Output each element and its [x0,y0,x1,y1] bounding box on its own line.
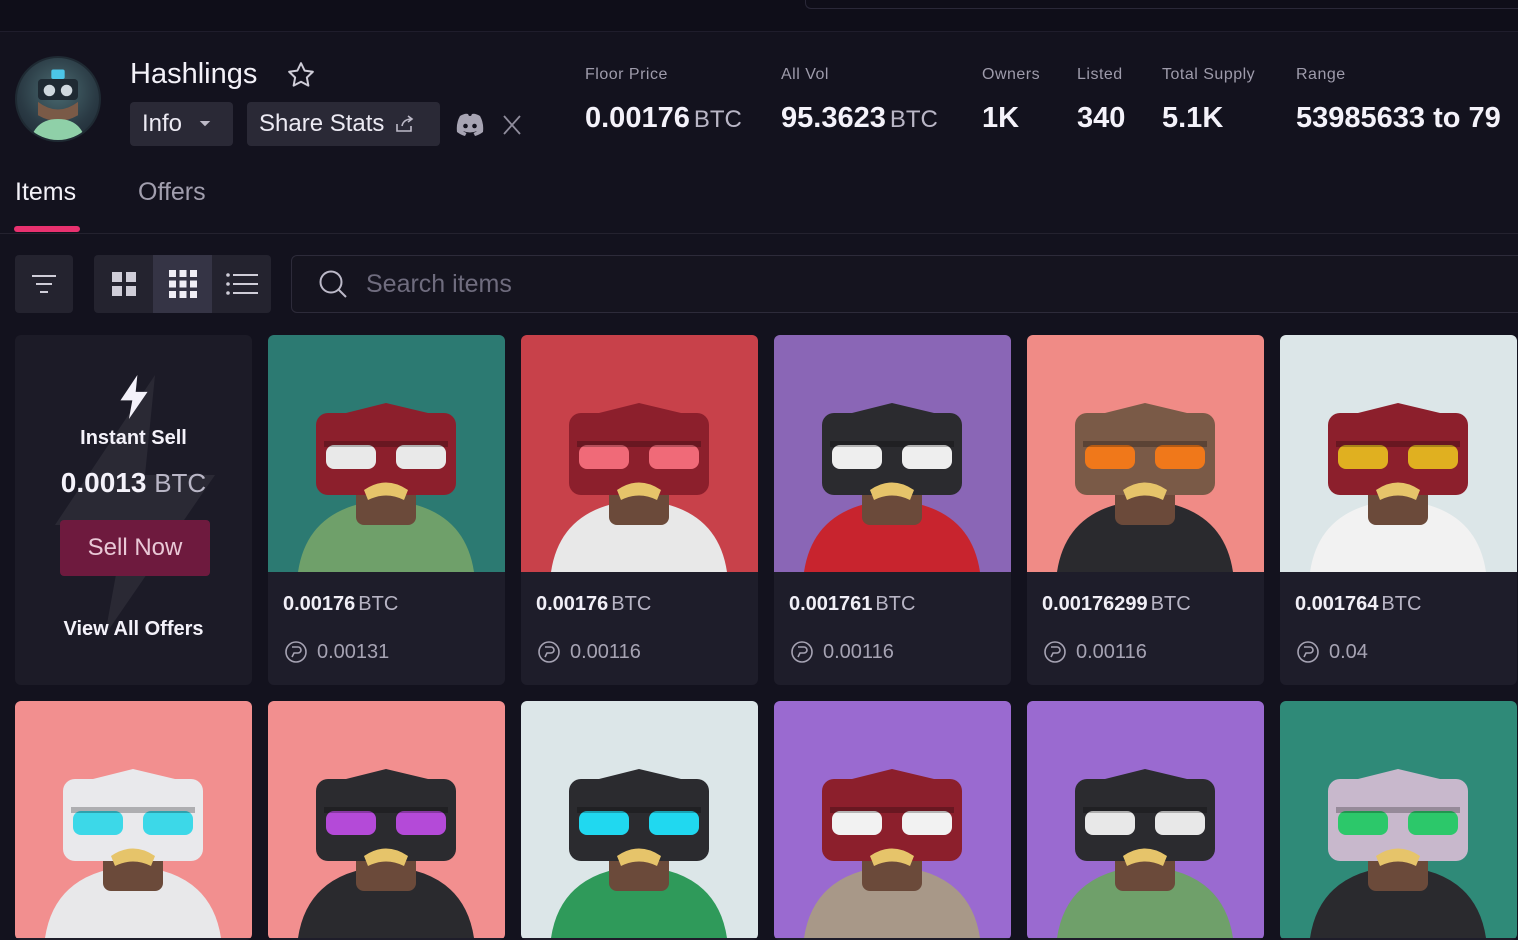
stat-total-supply: Total Supply 5.1K [1162,66,1255,135]
item-card[interactable] [268,701,505,940]
stat-label: Range [1296,66,1346,83]
stat-value: 340 [1077,102,1126,134]
offer-hand-icon [1044,641,1066,663]
tab-offers[interactable]: Offers [138,178,206,207]
item-image [1280,701,1517,938]
search-items-input[interactable] [366,269,966,299]
content-tabs: Items Offers [0,172,1518,234]
item-card[interactable]: 0.001764 BTC 0.04 [1280,335,1517,685]
share-stats-button[interactable]: Share Stats [247,102,440,146]
share-stats-label: Share Stats [259,110,385,137]
share-icon [396,115,414,132]
stat-value: 0.00176 BTC [585,102,742,134]
instant-sell-card: Instant Sell 0.0013 BTC Sell Now View Al… [15,335,252,685]
stat-floor-price: Floor Price 0.00176 BTC [585,66,742,135]
items-toolbar [0,255,1518,313]
top-bar [0,0,1518,32]
item-best-offer: 0.00116 [536,639,641,665]
collection-avatar [15,56,101,142]
item-image [1280,335,1517,572]
list-icon [225,273,258,295]
view-mode-group [94,255,271,313]
item-best-offer: 0.04 [1295,639,1368,665]
item-card[interactable]: 0.001761 BTC 0.00116 [774,335,1011,685]
item-price: 0.00176 BTC [536,593,652,615]
info-dropdown-button[interactable]: Info [130,102,233,146]
collection-name: Hashlings [130,58,258,90]
search-items-box[interactable] [291,255,1518,313]
x-twitter-icon[interactable] [502,114,522,136]
item-image [268,335,505,572]
stat-value: 95.3623 BTC [781,102,938,134]
item-card[interactable]: 0.00176 BTC 0.00131 [268,335,505,685]
item-best-offer: 0.00116 [789,639,894,665]
item-card[interactable]: 0.00176 BTC 0.00116 [521,335,758,685]
info-label: Info [142,110,183,137]
item-price: 0.001764 BTC [1295,593,1422,615]
view-large-grid-button[interactable] [94,255,153,313]
item-card[interactable] [774,701,1011,940]
view-all-offers-link[interactable]: View All Offers [15,618,252,641]
item-image [774,335,1011,572]
item-image [521,335,758,572]
item-card[interactable]: 0.00176299 BTC 0.00116 [1027,335,1264,685]
item-best-offer: 0.00131 [283,639,389,665]
instant-sell-title: Instant Sell [80,427,187,449]
offer-hand-icon [538,641,560,663]
search-icon [319,270,347,298]
offer-hand-icon [791,641,813,663]
stat-label: Owners [982,66,1041,83]
global-search-edge[interactable] [805,0,1518,9]
instant-sell-amount: 0.0013 BTC [60,467,207,498]
stat-owners: Owners 1K [982,66,1040,135]
item-card[interactable] [1280,701,1517,940]
item-best-offer: 0.00116 [1042,639,1147,665]
offer-hand-icon [285,641,307,663]
stat-value: 5.1K [1162,102,1224,134]
filter-button[interactable] [15,255,73,313]
discord-icon[interactable] [455,112,485,138]
chevron-down-icon [199,121,211,127]
collection-header: Hashlings Info Share Stats Floor Price 0… [0,32,1518,172]
lightning-icon [120,375,148,419]
item-card[interactable] [1027,701,1264,940]
stat-range: Range 53985633 to 79 [1296,66,1518,135]
item-price: 0.00176299 BTC [1042,593,1191,615]
stat-all-volume: All Vol 95.3623 BTC [781,66,938,135]
stat-value: 1K [982,102,1020,134]
grid-large-icon [111,272,136,296]
stat-label: All Vol [781,66,829,83]
favorite-star-icon[interactable] [286,60,316,90]
stat-value: 53985633 to 79 [1296,102,1501,134]
item-card[interactable] [15,701,252,940]
item-image [268,701,505,938]
stat-listed: Listed 340 [1077,66,1125,135]
item-price: 0.00176 BTC [283,593,399,615]
item-image [15,701,252,938]
stat-label: Listed [1077,66,1123,83]
item-price: 0.001761 BTC [789,593,916,615]
tab-items[interactable]: Items [15,178,76,207]
stat-label: Total Supply [1162,66,1256,83]
item-image [521,701,758,938]
filter-icon [32,275,56,293]
active-tab-indicator [14,226,80,232]
items-grid: Instant Sell 0.0013 BTC Sell Now View Al… [0,335,1518,940]
item-image [774,701,1011,938]
view-small-grid-button[interactable] [153,255,212,313]
grid-small-icon [168,270,197,298]
offer-hand-icon [1297,641,1319,663]
view-list-button[interactable] [212,255,271,313]
item-image [1027,335,1264,572]
sell-now-button[interactable]: Sell Now [60,520,210,576]
item-card[interactable] [521,701,758,940]
stat-label: Floor Price [585,66,668,83]
item-image [1027,701,1264,938]
